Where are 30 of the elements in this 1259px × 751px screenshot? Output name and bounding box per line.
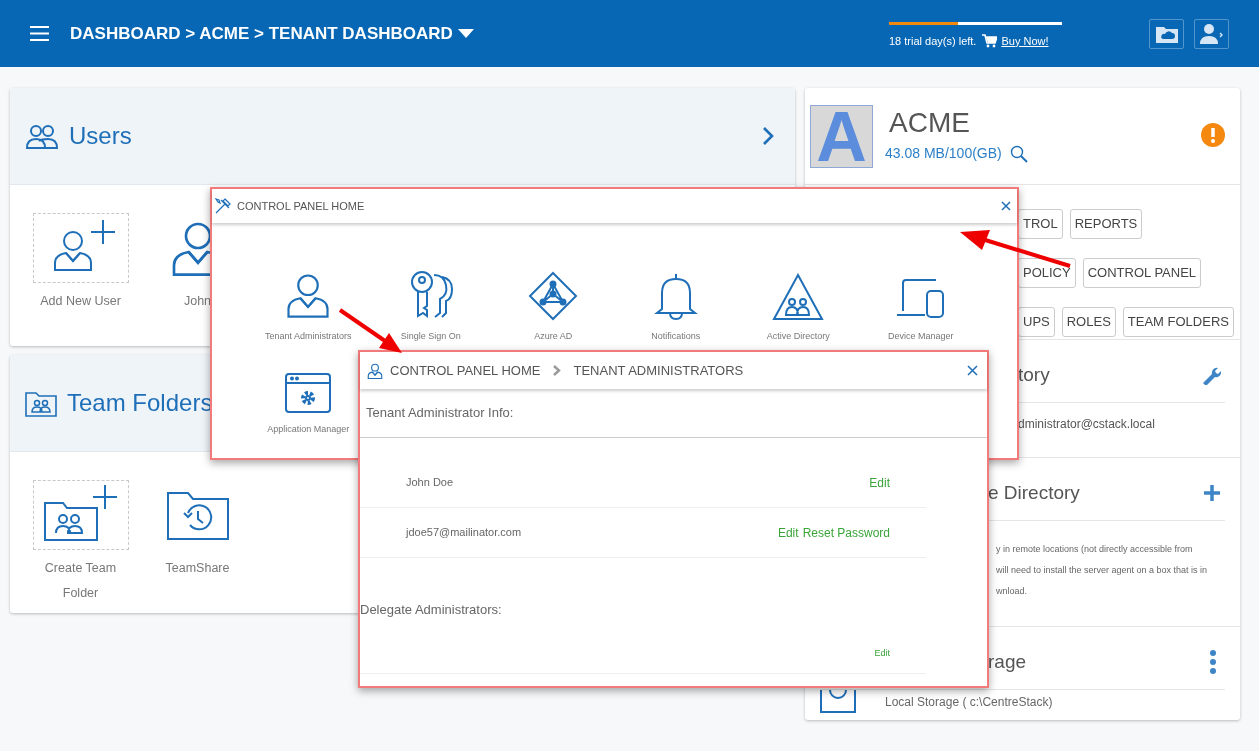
section-title: e Directory — [988, 480, 1080, 505]
tile-label: John — [183, 293, 212, 310]
admin-value: John Doe — [406, 475, 454, 491]
tile-label: Create Team Folder — [43, 560, 118, 602]
admin-value: jdoe57@mailinator.com — [406, 525, 522, 541]
section-label: Delegate Administrators: — [360, 600, 502, 619]
item-label: Tenant Administrators — [264, 330, 352, 343]
item-label: Single Sign On — [400, 330, 461, 343]
item-label: Notifications — [651, 330, 701, 343]
storage-usage: 43.08 MB/100(GB) — [885, 144, 1002, 163]
section-text: y in remote locations (not directly accessible from — [996, 543, 1194, 556]
item-label: Azure AD — [534, 330, 573, 343]
tenant-name: ACME — [889, 106, 971, 140]
card-title: Team Folders — [67, 388, 213, 418]
card-title: Users — [69, 121, 132, 151]
window-title: CONTROL PANEL HOME — [237, 198, 365, 214]
tile-label: Add New User — [40, 293, 121, 310]
section-text: dministrator@cstack.local — [1018, 416, 1156, 433]
tile-label: TeamShare — [165, 560, 230, 577]
section-title: tory — [1018, 362, 1050, 387]
trial-text: 18 trial day(s) left. — [889, 33, 977, 49]
logo-letter: A — [816, 101, 867, 172]
item-label: Application Manager — [267, 422, 350, 436]
section-label: Tenant Administrator Info: — [366, 404, 514, 423]
section-text: will need to install the server agent on a box that is in — [996, 564, 1209, 577]
item-label: Active Directory — [766, 330, 830, 343]
section-text: wnload. — [996, 585, 1029, 598]
item-label: Device Manager — [888, 330, 954, 343]
storage-path: Local Storage ( c:\CentreStack) — [885, 694, 1053, 711]
section-title: rage — [988, 649, 1027, 674]
